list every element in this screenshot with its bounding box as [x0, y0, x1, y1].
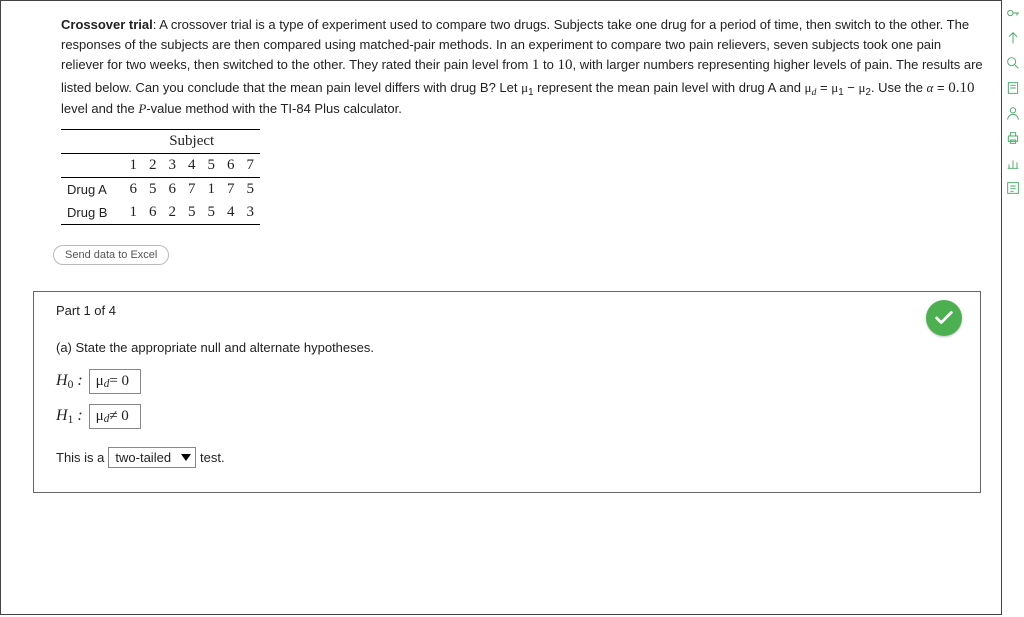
part-title: Part 1 of 4 — [34, 292, 980, 336]
tool-note-icon[interactable] — [1002, 76, 1023, 100]
correct-check-icon — [926, 300, 962, 336]
problem-statement: Crossover trial: A crossover trial is a … — [61, 15, 987, 119]
part-panel: Part 1 of 4 (a) State the appropriate nu… — [33, 291, 981, 493]
chevron-down-icon — [181, 454, 191, 461]
subject-header: Subject — [123, 129, 260, 153]
tool-up-icon[interactable] — [1002, 26, 1023, 50]
alt-hypothesis-row: H1 : μd ≠ 0 — [56, 404, 958, 429]
tool-chart-icon[interactable] — [1002, 151, 1023, 175]
side-toolbar — [1002, 1, 1023, 201]
problem-lead: Crossover trial — [61, 17, 153, 32]
table-row: Drug B 1 6 2 5 5 4 3 — [61, 201, 260, 225]
data-table: Subject 1 2 3 4 5 6 7 Drug A 6 5 6 7 — [61, 129, 987, 225]
tool-list-icon[interactable] — [1002, 176, 1023, 200]
h0-input[interactable]: μd = 0 — [89, 369, 141, 394]
tool-key-icon[interactable] — [1002, 1, 1023, 25]
h1-input[interactable]: μd ≠ 0 — [89, 404, 141, 429]
tail-select[interactable]: two-tailed — [108, 447, 196, 468]
table-row: Drug A 6 5 6 7 1 7 5 — [61, 177, 260, 201]
null-hypothesis-row: H0 : μd = 0 — [56, 369, 958, 394]
part-question: (a) State the appropriate null and alter… — [56, 340, 958, 355]
tail-type-row: This is a two-tailed test. — [56, 447, 958, 468]
tool-person-icon[interactable] — [1002, 101, 1023, 125]
tool-print-icon[interactable] — [1002, 126, 1023, 150]
tool-search-icon[interactable] — [1002, 51, 1023, 75]
send-to-excel-button[interactable]: Send data to Excel — [53, 245, 169, 265]
